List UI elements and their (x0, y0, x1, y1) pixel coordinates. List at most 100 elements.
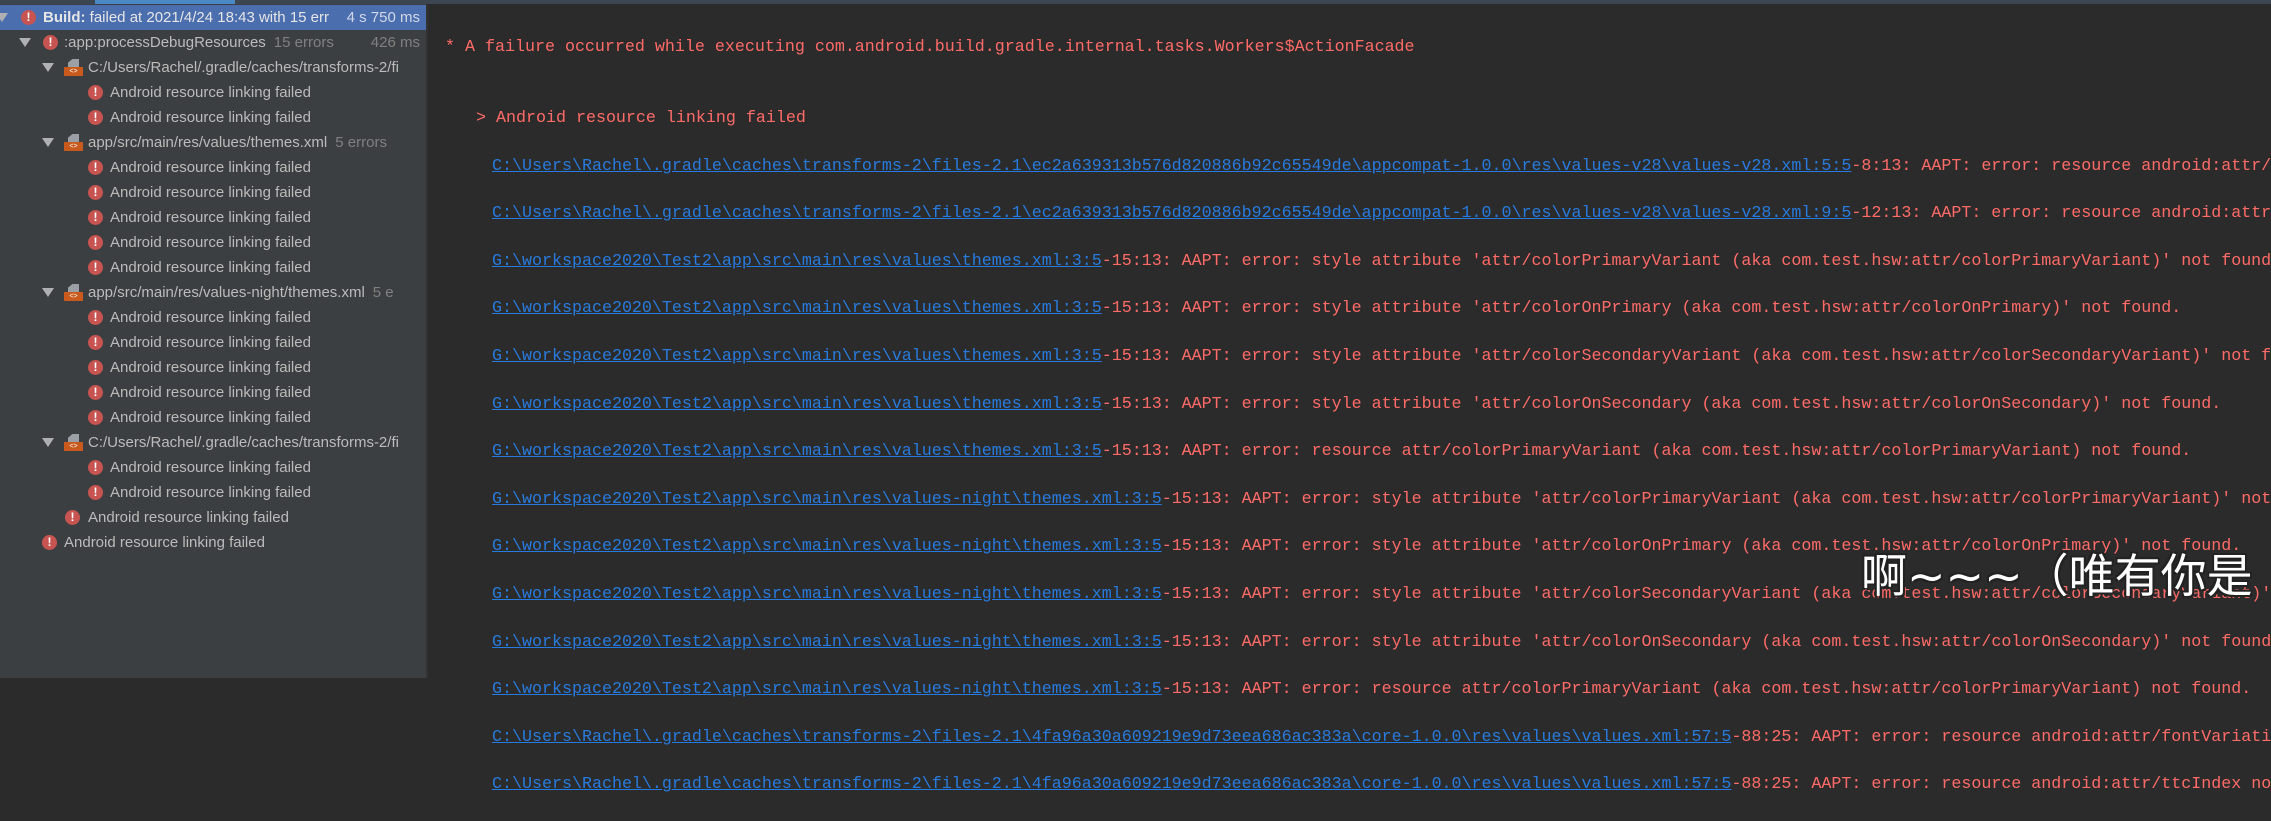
tree-item-error[interactable]: ! Android resource linking failed (0, 380, 426, 405)
expand-triangle-icon[interactable] (19, 38, 31, 47)
build-label: Build: (43, 9, 86, 26)
expand-triangle-icon[interactable] (42, 63, 54, 72)
source-link[interactable]: G:\workspace2020\Test2\app\src\main\res\… (492, 395, 1102, 414)
tree-item-file[interactable]: <> C:/Users/Rachel/.gradle/caches/transf… (0, 430, 426, 455)
error-label: Android resource linking failed (110, 209, 311, 226)
tree-item-error[interactable]: ! Android resource linking failed (0, 480, 426, 505)
error-label: Android resource linking failed (110, 334, 311, 351)
build-duration: 4 s 750 ms (342, 9, 420, 26)
task-error-count: 15 errors (273, 34, 334, 51)
tree-item-error[interactable]: ! Android resource linking failed (0, 155, 426, 180)
file-path: C:/Users/Rachel/.gradle/caches/transform… (88, 59, 399, 76)
error-label: Android resource linking failed (110, 484, 311, 501)
xml-file-icon: <> (64, 134, 83, 151)
error-icon: ! (88, 460, 103, 475)
tree-item-error[interactable]: ! Android resource linking failed (0, 330, 426, 355)
tree-item-error[interactable]: ! Android resource linking failed (0, 180, 426, 205)
source-link[interactable]: G:\workspace2020\Test2\app\src\main\res\… (492, 537, 1162, 556)
task-label: :app:processDebugResources (64, 34, 266, 51)
failure-header: * A failure occurred while executing com… (445, 37, 1415, 57)
tool-window-tab-strip (0, 0, 2271, 4)
tree-item-error[interactable]: ! Android resource linking failed (0, 505, 426, 530)
xml-file-icon: <> (64, 284, 83, 301)
tree-item-error[interactable]: ! Android resource linking failed (0, 80, 426, 105)
source-link[interactable]: C:\Users\Rachel\.gradle\caches\transform… (492, 775, 1731, 794)
tree-item-error[interactable]: ! Android resource linking failed (0, 255, 426, 280)
error-label: Android resource linking failed (110, 384, 311, 401)
console-error-line: C:\Users\Rachel\.gradle\caches\transform… (430, 155, 2271, 179)
tree-item-error[interactable]: ! Android resource linking failed (0, 455, 426, 480)
build-status: failed at 2021/4/24 18:43 with 15 err (85, 9, 330, 26)
error-message: -15:13: AAPT: error: resource attr/color… (1161, 680, 2252, 700)
console-error-line: G:\workspace2020\Test2\app\src\main\res\… (430, 678, 2271, 702)
tree-item-task[interactable]: ! :app:processDebugResources 15 errors 42… (0, 30, 426, 55)
tree-item-error[interactable]: ! Android resource linking failed (0, 355, 426, 380)
error-label: Android resource linking failed (110, 309, 311, 326)
error-label: Android resource linking failed (110, 234, 311, 251)
error-message: -15:13: AAPT: error: style attribute 'at… (1101, 346, 2271, 366)
source-link[interactable]: G:\workspace2020\Test2\app\src\main\res\… (492, 633, 1162, 652)
expand-triangle-icon[interactable] (0, 13, 8, 22)
error-label: Android resource linking failed (110, 184, 311, 201)
console-error-line: C:\Users\Rachel\.gradle\caches\transform… (430, 202, 2271, 226)
source-link[interactable]: G:\workspace2020\Test2\app\src\main\res\… (492, 585, 1162, 604)
error-label: Android resource linking failed (88, 509, 289, 526)
xml-file-icon: <> (64, 434, 83, 451)
xml-file-icon: <> (64, 59, 83, 76)
source-link[interactable]: G:\workspace2020\Test2\app\src\main\res\… (492, 490, 1162, 509)
source-link[interactable]: G:\workspace2020\Test2\app\src\main\res\… (492, 347, 1102, 366)
error-icon: ! (88, 410, 103, 425)
tree-item-error[interactable]: ! Android resource linking failed (0, 105, 426, 130)
error-message: -8:13: AAPT: error: resource android:att… (1851, 156, 2271, 176)
file-error-count: 5 e (372, 284, 394, 301)
build-tree-panel: ! Build: failed at 2021/4/24 18:43 with … (0, 0, 428, 678)
expand-triangle-icon[interactable] (42, 138, 54, 147)
tree-item-file[interactable]: <> C:/Users/Rachel/.gradle/caches/transf… (0, 55, 426, 80)
expand-triangle-icon[interactable] (42, 288, 54, 297)
console-error-line: G:\workspace2020\Test2\app\src\main\res\… (430, 345, 2271, 369)
tree-item-file[interactable]: <> app/src/main/res/values-night/themes.… (0, 280, 426, 305)
tree-item-build[interactable]: ! Build: failed at 2021/4/24 18:43 with … (0, 5, 426, 30)
console-error-line: G:\workspace2020\Test2\app\src\main\res\… (430, 250, 2271, 274)
error-icon: ! (88, 260, 103, 275)
active-tab-indicator[interactable] (95, 0, 235, 4)
source-link[interactable]: G:\workspace2020\Test2\app\src\main\res\… (492, 252, 1102, 271)
file-path: C:/Users/Rachel/.gradle/caches/transform… (88, 434, 399, 451)
tree-item-error[interactable]: ! Android resource linking failed (0, 205, 426, 230)
error-message: -15:13: AAPT: error: style attribute 'at… (1161, 632, 2271, 652)
error-message: -88:25: AAPT: error: resource android:at… (1731, 727, 2271, 747)
error-message: -15:13: AAPT: error: style attribute 'at… (1101, 299, 2182, 319)
build-output-console[interactable]: * A failure occurred while executing com… (430, 0, 2271, 821)
error-label: Android resource linking failed (110, 409, 311, 426)
error-icon: ! (88, 360, 103, 375)
source-link[interactable]: C:\Users\Rachel\.gradle\caches\transform… (492, 728, 1731, 747)
failure-cause: > Android resource linking failed (476, 108, 806, 128)
error-icon: ! (88, 310, 103, 325)
source-link[interactable]: G:\workspace2020\Test2\app\src\main\res\… (492, 442, 1102, 461)
source-link[interactable]: G:\workspace2020\Test2\app\src\main\res\… (492, 680, 1162, 699)
tree-item-error[interactable]: ! Android resource linking failed (0, 405, 426, 430)
error-message: -88:25: AAPT: error: resource android:at… (1731, 775, 2271, 795)
error-message: -15:13: AAPT: error: style attribute 'at… (1161, 489, 2271, 509)
tree-item-error[interactable]: ! Android resource linking failed (0, 530, 426, 555)
error-label: Android resource linking failed (110, 359, 311, 376)
tree-item-file[interactable]: <> app/src/main/res/values/themes.xml 5 e… (0, 130, 426, 155)
tree-item-error[interactable]: ! Android resource linking failed (0, 230, 426, 255)
source-link[interactable]: C:\Users\Rachel\.gradle\caches\transform… (492, 157, 1851, 176)
source-link[interactable]: C:\Users\Rachel\.gradle\caches\transform… (492, 204, 1851, 223)
file-error-count: 5 errors (335, 134, 387, 151)
error-icon: ! (43, 35, 58, 50)
tree-item-error[interactable]: ! Android resource linking failed (0, 305, 426, 330)
source-link[interactable]: G:\workspace2020\Test2\app\src\main\res\… (492, 299, 1102, 318)
expand-triangle-icon[interactable] (42, 438, 54, 447)
file-path: app/src/main/res/values-night/themes.xml (88, 284, 365, 301)
error-message: -15:13: AAPT: error: style attribute 'at… (1101, 394, 2222, 414)
file-path: app/src/main/res/values/themes.xml (88, 134, 328, 151)
error-icon: ! (88, 210, 103, 225)
error-icon: ! (88, 235, 103, 250)
error-icon: ! (65, 510, 80, 525)
